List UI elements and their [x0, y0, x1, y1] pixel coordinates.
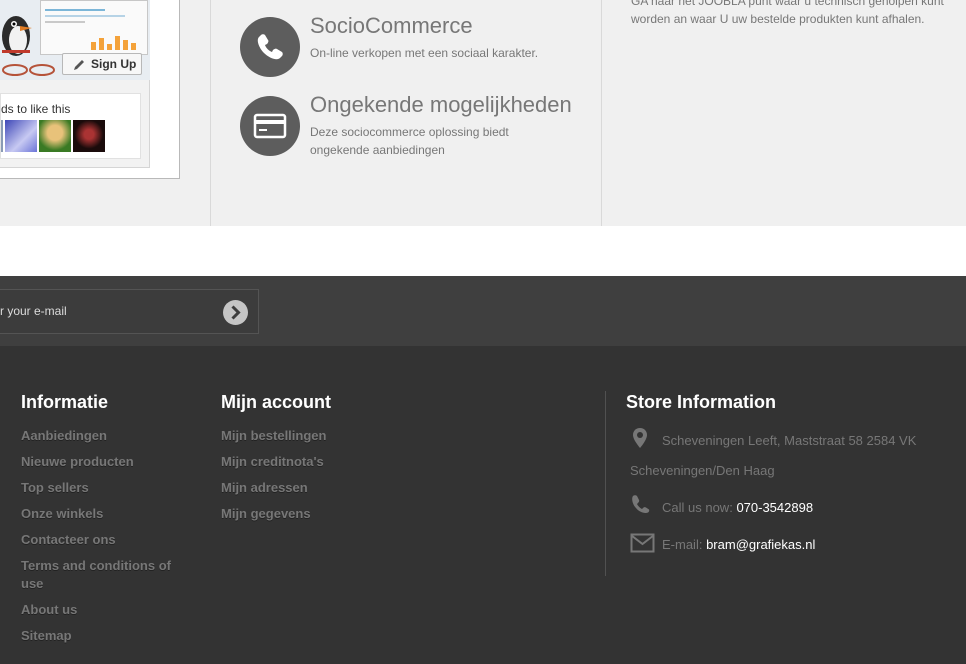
footer-divider	[605, 391, 606, 576]
footer: Informatie Aanbiedingen Nieuwe producten…	[0, 346, 966, 664]
newsletter-bar: r your e-mail	[0, 276, 966, 346]
footer-link[interactable]: Mijn bestellingen	[221, 427, 326, 445]
top-feature-band: Sign Up ds to like this SocioCommerce On…	[0, 0, 966, 226]
feature-phone-circle	[240, 17, 300, 77]
footer-link[interactable]: About us	[21, 601, 77, 619]
feature-title: SocioCommerce	[310, 13, 473, 38]
call-label: Call us now:	[662, 500, 733, 515]
friends-like-text: ds to like this	[1, 102, 71, 116]
facebook-widget-inner: Sign Up ds to like this	[0, 0, 150, 168]
store-address-line2: Scheveningen/Den Haag	[630, 463, 775, 478]
feature-title: Ongekende mogelijkheden	[310, 92, 572, 117]
footer-link[interactable]: Onze winkels	[21, 505, 103, 523]
footer-link[interactable]: Mijn gegevens	[221, 505, 311, 523]
footer-heading-store: Store Information	[626, 392, 777, 412]
facebook-widget: Sign Up ds to like this	[0, 0, 180, 179]
avatar[interactable]	[73, 120, 105, 152]
newsletter-email-input[interactable]: r your e-mail	[0, 289, 259, 334]
chevron-right-circle-icon[interactable]	[222, 299, 249, 326]
signup-label: Sign Up	[91, 57, 137, 71]
column-divider	[601, 0, 602, 226]
store-phone: Call us now: 070-3542898	[662, 500, 813, 515]
email-label: E-mail:	[662, 537, 703, 552]
footer-link[interactable]: Sitemap	[21, 627, 72, 645]
penguin-mascot-icon	[2, 16, 32, 56]
pickup-info-text: GA naar het JOOBLA punt waar u technisch…	[631, 0, 944, 26]
feature-card-circle	[240, 96, 300, 156]
feature-description: On-line verkopen met een sociaal karakte…	[310, 46, 539, 60]
phone-icon	[632, 495, 650, 513]
feature-description: Deze sociocommerce oplossing biedt ongek…	[310, 125, 509, 157]
footer-heading-account: Mijn account	[221, 392, 332, 412]
avatar[interactable]	[1, 120, 3, 152]
newsletter-placeholder: r your e-mail	[0, 304, 67, 318]
email-link[interactable]: bram@grafiekas.nl	[706, 537, 815, 552]
envelope-icon	[630, 533, 655, 553]
phone-number-link[interactable]: 070-3542898	[736, 500, 813, 515]
cover-screenshot	[40, 0, 148, 55]
store-email: E-mail: bram@grafiekas.nl	[662, 537, 815, 552]
map-marker-icon	[633, 428, 647, 448]
avatar[interactable]	[5, 120, 37, 152]
footer-link[interactable]: Top sellers	[21, 479, 89, 497]
store-address-line1: Scheveningen Leeft, Maststraat 58 2584 V…	[662, 433, 917, 448]
avatar[interactable]	[39, 120, 71, 152]
facebook-friends-panel: ds to like this	[0, 93, 141, 159]
credit-card-icon	[253, 113, 287, 139]
footer-heading-informatie: Informatie	[21, 392, 109, 412]
footer-link[interactable]: Nieuwe producten	[21, 453, 134, 471]
glasses-icon	[2, 64, 55, 76]
footer-link[interactable]: Aanbiedingen	[21, 427, 107, 445]
pencil-icon	[74, 60, 84, 70]
column-divider	[210, 0, 211, 226]
facebook-signup-button[interactable]: Sign Up	[62, 53, 142, 75]
phone-icon	[257, 34, 283, 60]
footer-link[interactable]: Mijn creditnota's	[221, 453, 324, 471]
footer-link[interactable]: Mijn adressen	[221, 479, 308, 497]
footer-link[interactable]: Contacteer ons	[21, 531, 116, 549]
footer-link[interactable]: Terms and conditions of use	[21, 557, 186, 593]
